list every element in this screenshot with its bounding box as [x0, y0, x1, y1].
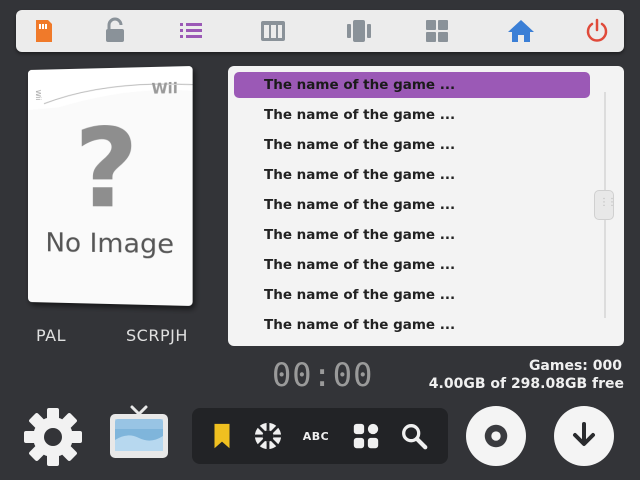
disc-icon: [484, 424, 508, 448]
game-cover: ????????????????????????????????????????…: [28, 65, 193, 307]
question-mark-icon: ?: [74, 105, 139, 234]
abc-label: ABC: [302, 429, 330, 443]
game-list[interactable]: The name of the game ... The name of the…: [228, 66, 624, 346]
game-list-item[interactable]: The name of the game ...: [234, 312, 590, 338]
carousel-view-icon[interactable]: [344, 16, 374, 46]
tiles-view-icon[interactable]: [422, 16, 452, 46]
scrollbar-thumb[interactable]: [594, 190, 615, 220]
search-icon[interactable]: [398, 420, 430, 452]
cover-spine: Wii: [33, 89, 42, 101]
free-space: 4.00GB of 298.08GB free: [428, 376, 624, 392]
disc-button[interactable]: [466, 406, 526, 466]
list-view-icon[interactable]: [176, 16, 206, 46]
abc-icon[interactable]: ABC: [300, 420, 332, 452]
region-label: PAL: [36, 326, 66, 345]
cover-case: ????????????????????????????????????????…: [28, 65, 193, 307]
home-icon[interactable]: [506, 16, 536, 46]
game-list-item[interactable]: The name of the game ...: [234, 282, 590, 308]
unlock-icon[interactable]: [100, 16, 130, 46]
game-id-label: SCRPJH: [126, 326, 188, 345]
arrow-down-icon: [573, 422, 595, 446]
tv-icon[interactable]: [106, 404, 172, 464]
bookmark-icon[interactable]: [206, 420, 238, 452]
download-button[interactable]: [554, 406, 614, 466]
game-list-item[interactable]: The name of the game ...: [234, 162, 590, 188]
grid-view-icon[interactable]: [258, 16, 288, 46]
spinner-icon[interactable]: [252, 420, 284, 452]
top-toolbar: [16, 10, 624, 52]
clock: 00:00: [272, 356, 374, 394]
settings-gear-icon[interactable]: [20, 404, 86, 470]
game-list-item[interactable]: The name of the game ...: [234, 192, 590, 218]
no-image-label: No Image: [45, 228, 175, 261]
games-count: Games: 000: [528, 358, 622, 374]
game-list-item[interactable]: The name of the game ...: [234, 222, 590, 248]
game-list-item[interactable]: The name of the game ...: [234, 102, 590, 128]
game-list-item[interactable]: The name of the game ...: [234, 132, 590, 158]
wii-logo: Wii: [151, 80, 178, 98]
bottom-toolbar: ABC: [192, 408, 448, 464]
categories-icon[interactable]: [350, 420, 382, 452]
game-list-item[interactable]: The name of the game ...: [234, 72, 590, 98]
power-icon[interactable]: [582, 16, 612, 46]
sd-card-icon[interactable]: [28, 16, 58, 46]
game-list-item[interactable]: The name of the game ...: [234, 252, 590, 278]
